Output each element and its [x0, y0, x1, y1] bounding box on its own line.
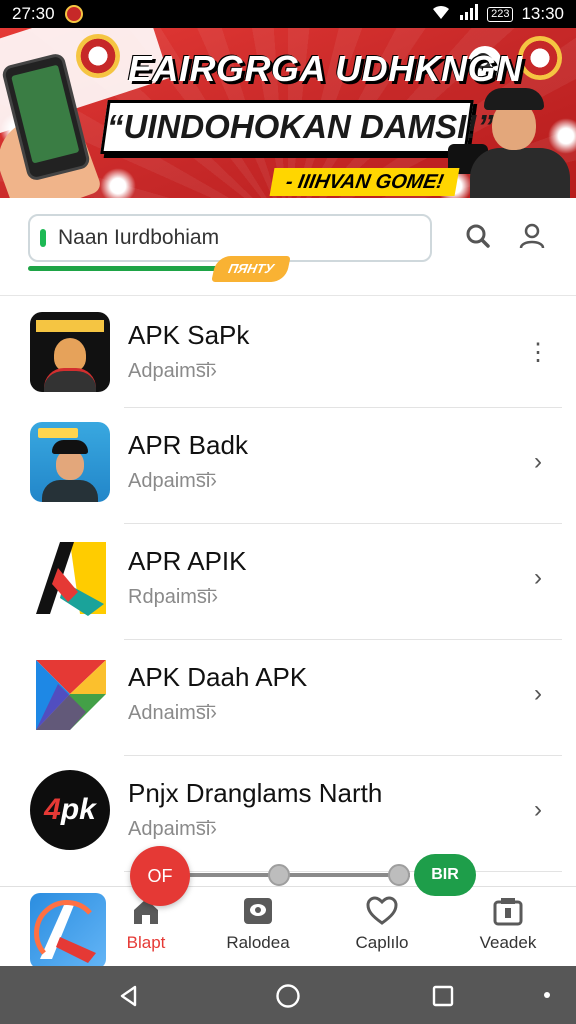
app-subtitle: Adpaims͞i›: [128, 470, 217, 492]
app-subtitle: Rdpaims͞i›: [128, 586, 219, 608]
flower-decoration: [100, 168, 136, 198]
system-nav-bar: [0, 966, 576, 1024]
app-name: APK SaPk: [128, 320, 250, 350]
status-right: 223 13:30: [431, 3, 564, 25]
nav-label: Veadek: [479, 933, 537, 952]
battery-icon: 223: [487, 6, 514, 22]
apk-logo-icon: 4pk: [30, 770, 110, 850]
on-button[interactable]: BIR: [414, 854, 476, 896]
signal-icon: [459, 3, 479, 25]
app-name: APR APIK: [128, 546, 247, 576]
list-item[interactable]: APK SaPk Adpaims͞i› ⋮: [0, 298, 576, 408]
nav-label: Caplılo: [355, 933, 409, 952]
banner-slogan-box: “UINDOHOKAN DAMSI!”: [100, 100, 494, 154]
search-area: ПЯНТУ: [0, 198, 576, 296]
app-list: APK SaPk Adpaims͞i› ⋮ APR Badk Adpaims͞i…: [0, 298, 576, 872]
phone-screen: 27:30 223 13:30 EAIRGRGA UDHKNGN “UINDOH…: [0, 0, 576, 1024]
slider-track[interactable]: [170, 873, 410, 877]
search-field[interactable]: [28, 214, 432, 262]
app-subtitle: Adpaims͞i›: [128, 818, 217, 840]
user-icon: [518, 222, 546, 255]
status-time-left: 27:30: [12, 4, 55, 23]
banner-slogan: “UINDOHOKAN DAMSI!”: [107, 108, 494, 145]
apk-sapk-icon: [30, 312, 110, 392]
nav-label: Ralodea: [226, 933, 290, 952]
recent-apps-icon[interactable]: [430, 983, 456, 1009]
chevron-right-icon[interactable]: ›: [526, 448, 550, 475]
status-time-right: 13:30: [521, 4, 564, 23]
home-circle-icon[interactable]: [275, 983, 301, 1009]
off-button[interactable]: OF: [130, 846, 190, 906]
search-indicator: [40, 229, 46, 247]
app-name: APK Daah APK: [128, 662, 308, 692]
search-badge: ПЯНТУ: [211, 256, 291, 282]
app-name: Pnjx Dranglams Narth: [128, 778, 383, 808]
search-icon: [465, 223, 491, 254]
app-subtitle: Adpaims͞i›: [128, 360, 217, 382]
app-subtitle: Adnaims͞i›: [128, 702, 217, 724]
apr-apik-icon: [30, 538, 110, 618]
indicator-dot-icon: [544, 992, 550, 998]
apk-logo-text: 4pk: [44, 793, 96, 826]
slider-knob[interactable]: [388, 864, 410, 886]
list-item[interactable]: APR Badk Adpaims͞i› ›: [0, 408, 576, 524]
emblem-icon: [64, 5, 83, 23]
search-button[interactable]: [458, 218, 498, 258]
wifi-icon: [431, 4, 451, 25]
status-bar: 27:30 223 13:30: [0, 0, 576, 28]
apk-daah-icon: [30, 654, 110, 734]
apr-badk-icon: [30, 422, 110, 502]
featured-app-icon[interactable]: [30, 893, 106, 969]
nav-label: Blapt: [126, 933, 166, 952]
chevron-right-icon[interactable]: ›: [526, 680, 550, 707]
banner-subtitle: - IIIHVAN GOME!: [269, 168, 460, 196]
list-item[interactable]: APR APIK Rdpaims͞i› ›: [0, 524, 576, 640]
app-name: APR Badk: [128, 430, 248, 460]
search-progress-bar: [28, 266, 218, 271]
chevron-right-icon[interactable]: ›: [526, 564, 550, 591]
more-options-icon[interactable]: ⋮: [526, 339, 550, 366]
back-icon[interactable]: [116, 983, 142, 1009]
garuda-emblem-icon: [76, 34, 120, 78]
status-left: 27:30: [12, 4, 83, 24]
profile-button[interactable]: [512, 218, 552, 258]
list-item[interactable]: APK Daah APK Adnaims͞i› ›: [0, 640, 576, 756]
toggle-slider[interactable]: OF BIR: [130, 846, 480, 906]
search-input[interactable]: [58, 226, 398, 250]
slider-knob[interactable]: [268, 864, 290, 886]
person-illustration: [452, 88, 576, 198]
garuda-emblem-icon: [518, 36, 562, 80]
promo-banner[interactable]: EAIRGRGA UDHKNGN “UINDOHOKAN DAMSI!” - I…: [0, 28, 576, 198]
chevron-right-icon[interactable]: ›: [526, 796, 550, 823]
banner-title: EAIRGRGA UDHKNGN: [128, 48, 523, 89]
